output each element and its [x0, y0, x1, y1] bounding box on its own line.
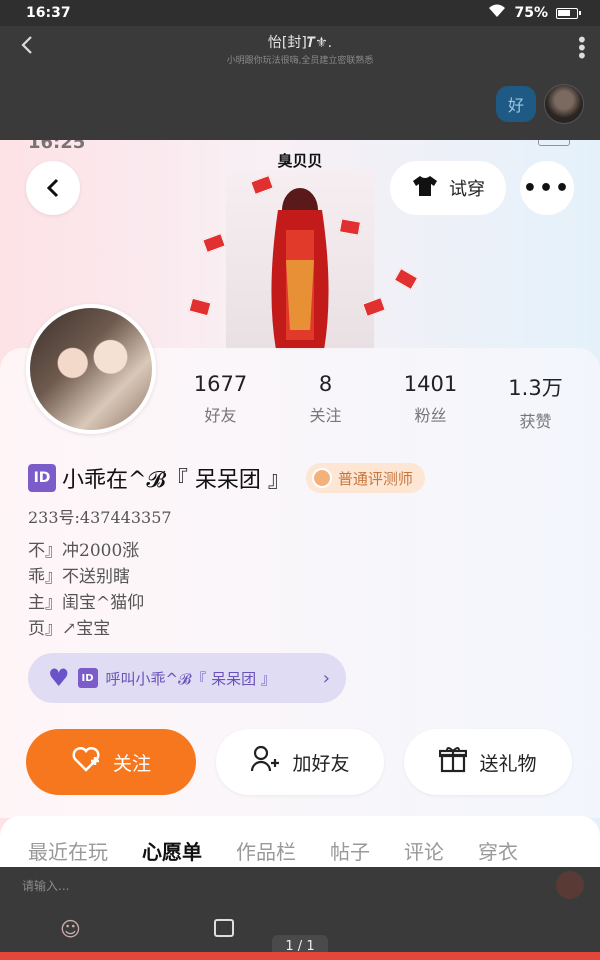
stat-following[interactable]: 8 关注 — [273, 372, 378, 432]
try-on-label: 试穿 — [449, 179, 485, 200]
id-badge-icon: ID — [28, 464, 56, 492]
tab-works[interactable]: 作品栏 — [236, 836, 296, 865]
battery-icon — [556, 7, 581, 19]
red-envelope-icon — [188, 297, 212, 317]
chat-header: 怡[封]𝑻⚜. 小明跟你玩法很嗨,全员建立密联熟悉 • • • — [0, 26, 600, 72]
send-icon[interactable] — [556, 871, 584, 899]
red-envelope-icon — [202, 233, 226, 253]
chat-input-bar: 请输入... ☺ 1 / 1 — [0, 867, 600, 959]
stat-fans[interactable]: 1401 粉丝 — [378, 372, 483, 432]
bottom-bar — [0, 952, 600, 960]
rank-badge[interactable]: 普通评测师 — [305, 463, 425, 493]
tab-wishlist[interactable]: 心愿单 — [142, 836, 202, 865]
character-avatar — [226, 170, 374, 350]
shared-screenshot-image[interactable]: 16:25 臭贝贝 试穿 ••• 1677 好友 8 关注 1401 粉丝 1.… — [0, 140, 600, 867]
gift-icon — [439, 745, 468, 779]
user-id: 233号:437443357 — [28, 508, 172, 527]
add-friend-label: 加好友 — [292, 752, 350, 775]
profile-avatar[interactable] — [26, 304, 156, 434]
status-bar: 16:37 75% — [0, 0, 600, 26]
avatar[interactable] — [544, 84, 584, 124]
profile-stats: 1677 好友 8 关注 1401 粉丝 1.3万 获赞 — [168, 372, 588, 432]
emoji-icon[interactable]: ☺ — [60, 917, 81, 941]
heart-icon: ♥ — [48, 664, 70, 692]
bio-line: 页』↗宝宝 — [28, 619, 111, 639]
send-gift-button[interactable]: 送礼物 — [404, 729, 572, 795]
follow-label: 关注 — [112, 752, 151, 775]
bio-line: 不』冲2000涨 — [28, 541, 140, 561]
chat-title: 怡[封]𝑻⚜. — [267, 35, 333, 51]
add-user-icon — [250, 745, 280, 779]
tab-outfits[interactable]: 穿衣 — [478, 836, 518, 865]
chevron-right-icon: › — [322, 667, 330, 689]
wifi-icon — [488, 4, 506, 22]
tab-recently-played[interactable]: 最近在玩 — [28, 836, 108, 865]
bio-line: 乖』不送别瞎 — [28, 567, 130, 587]
brand-label: 臭贝贝 — [277, 152, 323, 170]
call-chip-label: 呼叫小乖^𝓑『 呆呆团 』 — [105, 669, 276, 688]
more-vertical-icon[interactable]: • • • — [576, 30, 588, 66]
id-badge-icon: ID — [77, 668, 98, 688]
more-horizontal-icon[interactable]: ••• — [520, 161, 574, 215]
tab-comments[interactable]: 评论 — [404, 836, 444, 865]
follow-button[interactable]: 关注 — [26, 729, 196, 795]
heart-plus-icon — [71, 746, 101, 778]
message-input[interactable]: 请输入... — [22, 877, 69, 894]
profile-name: 小乖在^𝓑『 呆呆团 』 — [62, 468, 290, 493]
stat-friends[interactable]: 1677 好友 — [168, 372, 273, 432]
rank-badge-label: 普通评测师 — [337, 469, 413, 488]
chat-subtitle: 小明跟你玩法很嗨,全员建立密联熟悉 — [226, 56, 374, 66]
rank-icon — [311, 468, 332, 488]
call-chip[interactable]: ♥ ID 呼叫小乖^𝓑『 呆呆团 』 › — [28, 653, 346, 703]
gift-label: 送礼物 — [479, 752, 537, 775]
stat-likes[interactable]: 1.3万 获赞 — [483, 372, 588, 432]
red-envelope-icon — [393, 267, 419, 291]
image-icon[interactable] — [214, 919, 234, 937]
message-bubble[interactable]: 好 — [496, 86, 536, 122]
shirt-icon — [411, 174, 439, 203]
profile-tabs: 最近在玩 心愿单 作品栏 帖子 评论 穿衣 — [0, 816, 600, 867]
try-on-button[interactable]: 试穿 — [390, 161, 506, 215]
profile-back-button[interactable] — [26, 161, 80, 215]
bio-line: 主』闺宝^猫仰 — [28, 593, 145, 613]
chat-messages: 好 — [0, 72, 600, 140]
status-time: 16:37 — [26, 5, 71, 21]
profile-name-row: ID 小乖在^𝓑『 呆呆团 』 普通评测师 — [28, 462, 425, 494]
profile-bio: 不』冲2000涨 乖』不送别瞎 主』闺宝^猫仰 页』↗宝宝 — [28, 538, 144, 642]
add-friend-button[interactable]: 加好友 — [216, 729, 384, 795]
battery-percent: 75% — [514, 5, 548, 21]
tab-posts[interactable]: 帖子 — [330, 836, 370, 865]
